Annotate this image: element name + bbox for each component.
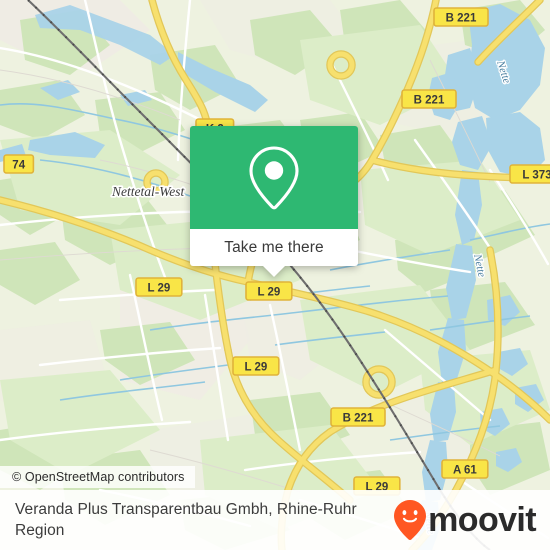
svg-text:74: 74 [12,159,25,171]
popup-pointer [263,266,285,277]
svg-text:B 221: B 221 [446,12,477,24]
road-shield: B 221 [433,7,489,27]
map-popup-card[interactable]: Take me there [190,126,358,277]
svg-text:L 29: L 29 [257,286,280,298]
osm-attribution[interactable]: © OpenStreetMap contributors [0,466,195,488]
take-me-there-button[interactable]: Take me there [190,229,358,266]
moovit-smiley-pin-icon [394,500,427,541]
moovit-logo[interactable]: moovit [393,499,550,541]
map-pin-icon [249,145,299,209]
svg-text:L 373: L 373 [522,169,550,181]
road-shield: B 221 [401,89,457,109]
road-shield: L 373 [509,164,550,184]
footer-bar: Veranda Plus Transparentbau Gmbh, Rhine-… [0,490,550,550]
road-shield: L 29 [232,356,280,376]
popup-image-area [190,126,358,229]
road-shield: L 29 [245,281,293,301]
svg-text:Nettetal-West: Nettetal-West [111,184,185,199]
svg-text:A 61: A 61 [453,464,477,476]
svg-text:L 29: L 29 [147,282,170,294]
road-shield: B 221 [330,407,386,427]
road-shield: 74 [3,154,35,174]
road-shield: L 29 [135,277,183,297]
svg-text:L 29: L 29 [244,361,267,373]
map-screenshot: Nettetal-West Nette Nette Nette B 221B 2… [0,0,550,550]
page-title: Veranda Plus Transparentbau Gmbh, Rhine-… [15,501,357,539]
svg-text:B 221: B 221 [414,94,445,106]
svg-text:B 221: B 221 [343,412,374,424]
moovit-wordmark: moovit [428,501,536,539]
road-shield: A 61 [441,459,489,479]
map-place-label-nettetal-west: Nettetal-West [109,182,187,200]
